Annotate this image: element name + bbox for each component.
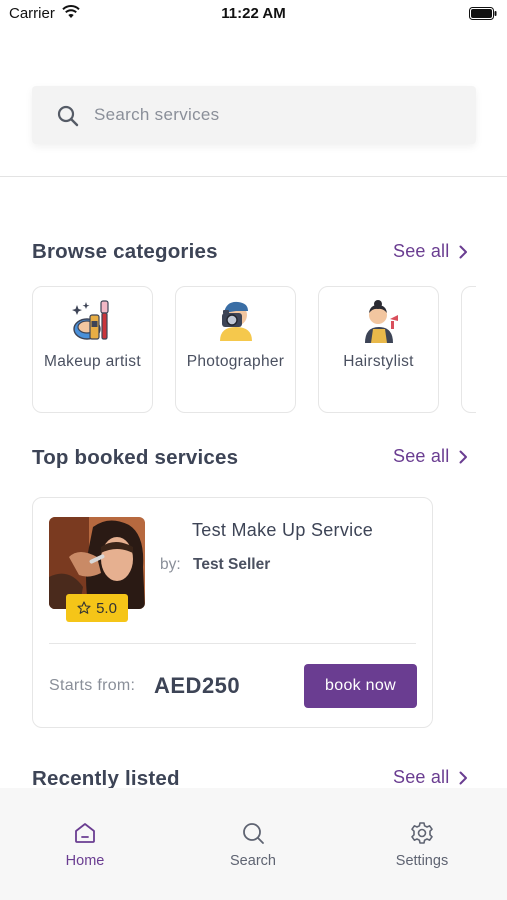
category-card-makeup-artist[interactable]: Makeup artist xyxy=(32,286,153,413)
rating-value: 5.0 xyxy=(96,599,117,617)
by-label: by: xyxy=(160,556,181,573)
categories-carousel[interactable]: Makeup artist Photographer Hairstylist xyxy=(32,286,476,414)
chevron-right-icon xyxy=(459,450,468,463)
tab-settings[interactable]: Settings xyxy=(362,788,482,883)
rating-badge: 5.0 xyxy=(66,594,128,622)
service-price: AED250 xyxy=(154,673,241,698)
recently-listed-see-all-link[interactable]: See all xyxy=(393,767,468,788)
category-card-partial[interactable] xyxy=(461,286,476,413)
category-label: Makeup artist xyxy=(44,353,141,370)
tab-label: Search xyxy=(230,853,276,869)
gear-icon xyxy=(410,821,434,845)
photographer-icon xyxy=(214,299,258,343)
search-icon xyxy=(57,105,79,132)
search-bar[interactable] xyxy=(32,86,476,144)
service-card[interactable]: 5.0 Test Make Up Service by: Test Seller… xyxy=(32,497,433,728)
tab-search[interactable]: Search xyxy=(193,788,313,883)
search-input[interactable] xyxy=(94,86,454,144)
book-now-button[interactable]: book now xyxy=(304,664,417,708)
makeup-icon xyxy=(71,299,115,343)
see-all-label: See all xyxy=(393,241,450,261)
starts-from-label: Starts from: xyxy=(49,677,136,694)
star-icon xyxy=(77,601,91,614)
home-icon xyxy=(73,821,97,845)
top-booked-see-all-link[interactable]: See all xyxy=(393,446,468,467)
tab-label: Home xyxy=(65,853,105,869)
card-divider xyxy=(49,643,416,644)
chevron-right-icon xyxy=(459,771,468,784)
categories-see-all-link[interactable]: See all xyxy=(393,241,468,262)
category-label: Photographer xyxy=(186,353,285,370)
category-card-hairstylist[interactable]: Hairstylist xyxy=(318,286,439,413)
see-all-label: See all xyxy=(393,767,450,787)
status-bar: Carrier 11:22 AM xyxy=(0,0,507,28)
hairstylist-icon xyxy=(357,299,401,343)
tab-label: Settings xyxy=(395,853,449,869)
service-title[interactable]: Test Make Up Service xyxy=(192,520,373,541)
seller-name[interactable]: Test Seller xyxy=(193,556,270,574)
top-booked-title: Top booked services xyxy=(32,446,239,469)
category-label: Hairstylist xyxy=(343,353,414,370)
battery-icon xyxy=(469,7,497,25)
search-icon xyxy=(241,821,265,845)
chevron-right-icon xyxy=(459,245,468,258)
header-divider xyxy=(0,176,507,177)
tab-home[interactable]: Home xyxy=(25,788,145,883)
categories-title: Browse categories xyxy=(32,240,218,263)
see-all-label: See all xyxy=(393,446,450,466)
tab-bar: Home Search Settings xyxy=(0,788,507,900)
clock: 11:22 AM xyxy=(221,5,286,22)
category-card-photographer[interactable]: Photographer xyxy=(175,286,296,413)
